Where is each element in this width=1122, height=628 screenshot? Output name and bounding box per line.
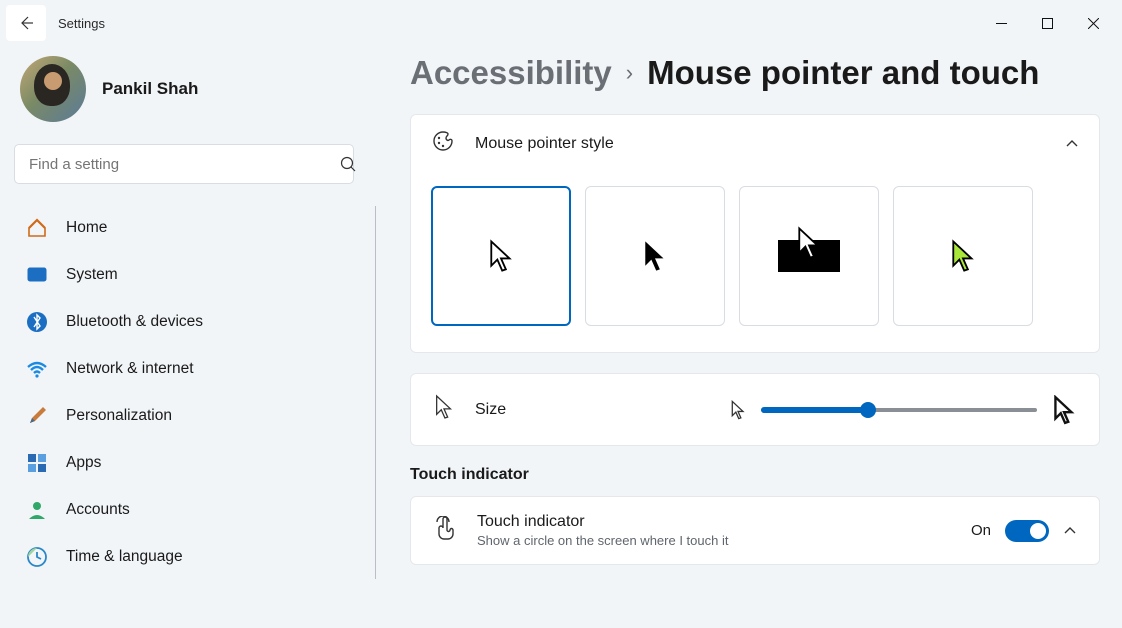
app-title: Settings xyxy=(58,16,105,31)
pointer-style-options xyxy=(411,172,1099,352)
main: Accessibility › Mouse pointer and touch … xyxy=(374,46,1122,628)
maximize-button[interactable] xyxy=(1024,7,1070,39)
back-button[interactable] xyxy=(6,5,46,41)
pointer-style-white[interactable] xyxy=(431,186,571,326)
chevron-up-icon xyxy=(1065,137,1079,151)
nav-item-personalization[interactable]: Personalization xyxy=(14,394,366,438)
card-header[interactable]: Mouse pointer style xyxy=(411,115,1099,172)
nav-label: Apps xyxy=(66,454,101,472)
arrow-left-icon xyxy=(18,15,34,31)
nav: Home System Bluetooth & devices Network … xyxy=(14,206,374,579)
pointer-style-inverted[interactable] xyxy=(739,186,879,326)
nav-item-time[interactable]: Time & language xyxy=(14,535,366,579)
titlebar: Settings xyxy=(0,0,1122,46)
person-icon xyxy=(26,499,48,521)
touch-subtitle: Show a circle on the screen where I touc… xyxy=(477,533,728,548)
nav-item-apps[interactable]: Apps xyxy=(14,441,366,485)
nav-label: Personalization xyxy=(66,407,172,425)
nav-label: Time & language xyxy=(66,548,183,566)
search-icon xyxy=(340,156,356,172)
nav-item-accounts[interactable]: Accounts xyxy=(14,488,366,532)
cursor-white-icon xyxy=(486,239,516,273)
home-icon xyxy=(26,217,48,239)
search xyxy=(14,144,368,184)
toggle-state-label: On xyxy=(971,522,991,539)
search-input[interactable] xyxy=(14,144,354,184)
nav-item-system[interactable]: System xyxy=(14,253,366,297)
nav-item-bluetooth[interactable]: Bluetooth & devices xyxy=(14,300,366,344)
cursor-color-icon xyxy=(948,239,978,273)
breadcrumb: Accessibility › Mouse pointer and touch xyxy=(410,54,1100,92)
card-title: Mouse pointer style xyxy=(475,135,614,153)
size-label: Size xyxy=(475,401,506,419)
touch-indicator-card: Touch indicator Show a circle on the scr… xyxy=(410,496,1100,565)
nav-label: Accounts xyxy=(66,501,130,519)
nav-label: System xyxy=(66,266,118,284)
pointer-style-black[interactable] xyxy=(585,186,725,326)
pointer-style-custom[interactable] xyxy=(893,186,1033,326)
bluetooth-icon xyxy=(26,311,48,333)
touch-toggle[interactable] xyxy=(1005,520,1049,542)
touch-title: Touch indicator xyxy=(477,513,728,531)
nav-label: Network & internet xyxy=(66,360,194,378)
cursor-inverted-icon xyxy=(778,240,840,272)
cursor-icon xyxy=(433,394,455,425)
palette-icon xyxy=(431,129,455,158)
pointer-style-card: Mouse pointer style xyxy=(410,114,1100,353)
slider-thumb[interactable] xyxy=(860,402,876,418)
minimize-button[interactable] xyxy=(978,7,1024,39)
breadcrumb-current: Mouse pointer and touch xyxy=(647,54,1039,92)
chevron-right-icon: › xyxy=(626,60,633,86)
nav-label: Home xyxy=(66,219,107,237)
nav-item-network[interactable]: Network & internet xyxy=(14,347,366,391)
sidebar: Pankil Shah Home System Bluetooth & devi… xyxy=(14,46,374,628)
nav-separator xyxy=(375,206,376,579)
avatar xyxy=(20,56,86,122)
touch-icon xyxy=(433,516,457,545)
nav-label: Bluetooth & devices xyxy=(66,313,203,331)
breadcrumb-parent[interactable]: Accessibility xyxy=(410,54,612,92)
profile[interactable]: Pankil Shah xyxy=(14,46,374,144)
user-name: Pankil Shah xyxy=(102,79,198,99)
pointer-size-card: Size xyxy=(410,373,1100,446)
close-button[interactable] xyxy=(1070,7,1116,39)
size-slider-group xyxy=(729,395,1077,425)
window-controls xyxy=(978,7,1116,39)
apps-icon xyxy=(26,452,48,474)
cursor-small-icon xyxy=(729,400,747,420)
system-icon xyxy=(26,264,48,286)
cursor-large-icon xyxy=(1051,395,1077,425)
touch-section-title: Touch indicator xyxy=(410,466,1100,484)
clock-icon xyxy=(26,546,48,568)
wifi-icon xyxy=(26,358,48,380)
brush-icon xyxy=(26,405,48,427)
cursor-black-icon xyxy=(640,239,670,273)
nav-item-home[interactable]: Home xyxy=(14,206,366,250)
chevron-up-icon[interactable] xyxy=(1063,524,1077,538)
size-slider[interactable] xyxy=(761,407,1037,413)
